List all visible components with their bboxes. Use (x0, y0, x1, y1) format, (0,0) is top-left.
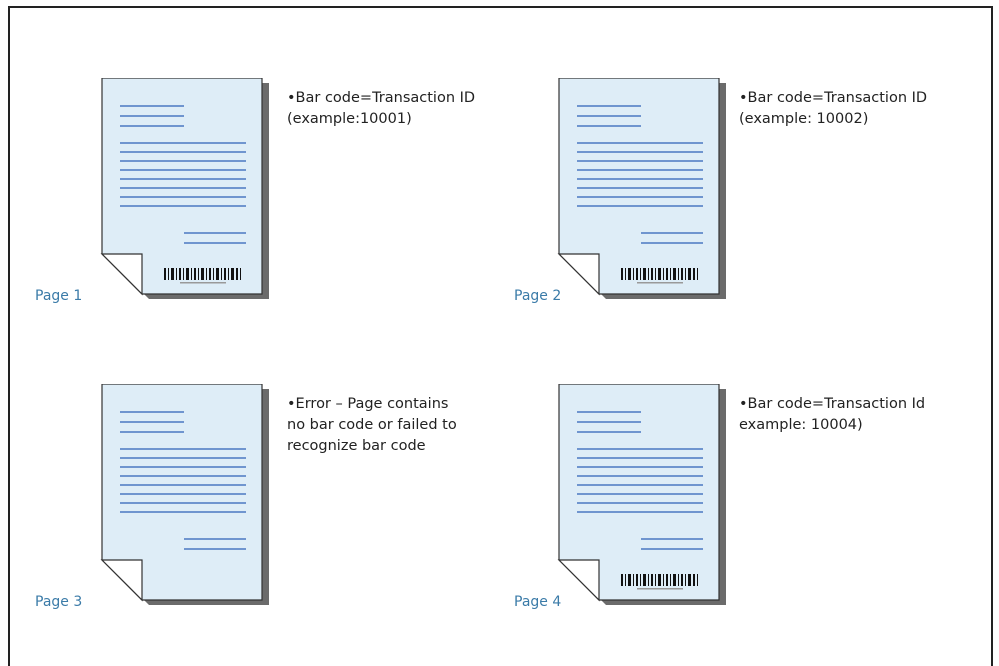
document-page-2 (555, 78, 735, 308)
page-1-label: Page 1 (35, 288, 83, 304)
page-4-note-line-1: •Bar code=Transaction Id (739, 396, 926, 412)
page-2-note-line-1: •Bar code=Transaction ID (739, 90, 928, 106)
page-1-note-line-2: (example:10001) (287, 111, 412, 127)
page-4-note-line-2: example: 10004) (739, 417, 863, 433)
page-4-label: Page 4 (514, 594, 562, 610)
page-3-note: •Error – Page contains no bar code or fa… (287, 394, 507, 457)
page-3-note-line-1: •Error – Page contains (287, 396, 449, 412)
page-3-label: Page 3 (35, 594, 83, 610)
page-3-note-line-2: no bar code or failed to (287, 417, 457, 433)
page-3-note-line-3: recognize bar code (287, 438, 426, 454)
page-2-note: •Bar code=Transaction ID (example: 10002… (739, 88, 959, 130)
page-4-note: •Bar code=Transaction Id example: 10004) (739, 394, 959, 436)
document-page-4 (555, 384, 735, 614)
document-page-3 (98, 384, 278, 614)
document-page-1 (98, 78, 278, 308)
page-1-note-line-1: •Bar code=Transaction ID (287, 90, 476, 106)
page-1-note: •Bar code=Transaction ID (example:10001) (287, 88, 507, 130)
page-2-note-line-2: (example: 10002) (739, 111, 869, 127)
page-2-label: Page 2 (514, 288, 562, 304)
